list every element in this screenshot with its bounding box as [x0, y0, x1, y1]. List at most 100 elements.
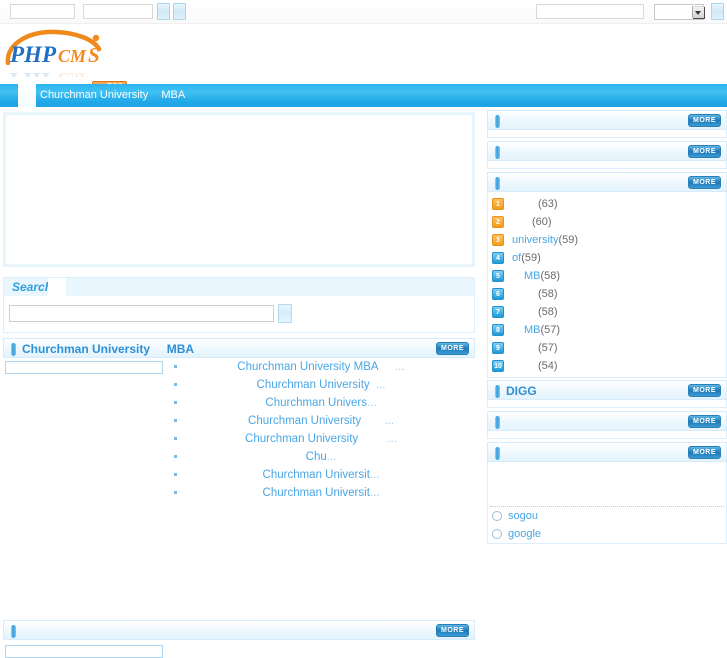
section-marker-icon	[495, 416, 500, 429]
ellipsis: ...	[326, 451, 337, 463]
ranking-header: MORE	[487, 172, 727, 192]
churchman-link[interactable]: Churchman Universit	[263, 487, 370, 499]
topbar-search-input[interactable]	[536, 4, 644, 19]
search-input[interactable]	[9, 305, 274, 322]
topbar-button-2[interactable]	[173, 3, 186, 20]
radio-icon[interactable]	[492, 529, 502, 539]
churchman-section-header: Churchman University MBA MORE	[3, 338, 475, 358]
keyword-link[interactable]: MB	[524, 324, 541, 336]
keyword-link[interactable]: university	[512, 234, 558, 246]
sidebar-panel-4-more-button[interactable]: MORE	[688, 446, 721, 459]
list-item: 8 MB(57)	[488, 321, 726, 339]
svg-text:CM: CM	[58, 46, 87, 66]
engine-option-google[interactable]: google	[488, 525, 726, 543]
engine-panel-spacer	[488, 462, 726, 506]
keyword-count: (58)	[538, 288, 558, 300]
keyword-count: (54)	[538, 360, 558, 372]
rank-badge: 6	[492, 288, 504, 300]
topbar-go-button[interactable]	[711, 3, 724, 20]
section-marker-icon	[11, 343, 16, 356]
sidebar-panel-4-body: sogou google	[487, 462, 727, 544]
digg-more-button[interactable]: MORE	[688, 384, 721, 397]
keyword-ranking-list: 1 (63) 2 (60) 3 university(59) 4 of(59)	[488, 192, 726, 377]
topbar-input-2[interactable]	[83, 4, 153, 19]
svg-text:CM: CM	[58, 69, 87, 77]
bottom-section: MORE	[3, 620, 475, 658]
sidebar-panel-2-more-button[interactable]: MORE	[688, 145, 721, 158]
rank-badge: 10	[492, 360, 504, 372]
ellipsis: ...	[387, 433, 397, 445]
nav-item-mba[interactable]: MBA	[161, 89, 185, 101]
churchman-link[interactable]: Churchman Universit	[263, 469, 370, 481]
sidebar-panel-2: MORE	[487, 141, 727, 169]
brand-header: PHP CM S PHP CM ◐ RSS	[0, 25, 727, 93]
rank-badge: 1	[492, 198, 504, 210]
sidebar-panel-3-header: MORE	[487, 411, 727, 431]
bottom-more-button[interactable]: MORE	[436, 624, 469, 637]
list-item: 2 (60)	[488, 213, 726, 231]
churchman-link[interactable]: Churchman Univers	[265, 397, 367, 409]
list-item: 5 MB(58)	[488, 267, 726, 285]
main-navigation: Churchman University MBA	[0, 84, 727, 107]
sidebar-panel-3-more-button[interactable]: MORE	[688, 415, 721, 428]
digg-body	[487, 400, 727, 408]
keyword-count: (58)	[540, 270, 561, 282]
search-submit-button[interactable]	[278, 304, 292, 323]
digg-title: DIGG	[506, 384, 537, 398]
topbar-button-1[interactable]	[157, 3, 170, 20]
keyword-link[interactable]: of	[512, 252, 521, 264]
ellipsis: ...	[395, 361, 405, 373]
list-item: 3 university(59)	[488, 231, 726, 249]
ellipsis: ...	[375, 379, 386, 391]
section-marker-icon	[495, 177, 500, 190]
ranking-more-button[interactable]: MORE	[688, 176, 721, 189]
list-item: Churchman University ...	[171, 376, 471, 394]
nav-home-tab[interactable]	[18, 84, 36, 107]
churchman-link[interactable]: Churchman University	[257, 379, 370, 391]
churchman-link-list: Churchman University MBA ... Churchman U…	[171, 358, 471, 502]
keyword-count: (63)	[538, 198, 558, 210]
churchman-link[interactable]: Churchman University MBA	[237, 361, 378, 373]
list-item: 1 (63)	[488, 195, 726, 213]
topbar-input-1[interactable]	[10, 4, 75, 19]
tab-search-secondary[interactable]	[48, 278, 66, 296]
bottom-section-header: MORE	[3, 620, 475, 640]
sidebar-panel-2-body	[487, 161, 727, 169]
search-panel: Search	[3, 277, 475, 333]
sidebar-ranking-panel: MORE 1 (63) 2 (60) 3 university(59) 4 of…	[487, 172, 727, 378]
bullet-icon	[174, 491, 177, 494]
bullet-icon	[174, 401, 177, 404]
engine-option-sogou[interactable]: sogou	[488, 507, 726, 525]
ellipsis: ...	[367, 397, 377, 409]
keyword-count: (59)	[521, 252, 541, 264]
rank-badge: 2	[492, 216, 504, 228]
bullet-icon	[174, 365, 177, 368]
ellipsis: ...	[369, 469, 380, 481]
churchman-link[interactable]: Chu	[306, 451, 327, 463]
list-item: Churchman Univers...	[171, 394, 471, 412]
rank-badge: 7	[492, 306, 504, 318]
section-marker-icon	[495, 385, 500, 398]
page-root: PHP CM S PHP CM ◐ RSS Churchman Universi…	[0, 0, 727, 658]
bullet-icon	[174, 437, 177, 440]
keyword-count: (60)	[532, 216, 552, 228]
churchman-title-part1: Churchman University	[22, 342, 151, 356]
phpcms-logo[interactable]: PHP CM S PHP CM	[4, 29, 129, 77]
churchman-link[interactable]: Churchman University	[248, 415, 361, 427]
top-toolbar	[0, 0, 727, 24]
bottom-input[interactable]	[5, 645, 163, 658]
list-item: 9 (57)	[488, 339, 726, 357]
radio-icon[interactable]	[492, 511, 502, 521]
churchman-more-button[interactable]: MORE	[436, 342, 469, 355]
sidebar-panel-3-body	[487, 431, 727, 439]
churchman-side-input[interactable]	[5, 361, 163, 374]
keyword-count: (57)	[540, 324, 561, 336]
sidebar-panel-1-more-button[interactable]: MORE	[688, 114, 721, 127]
list-item: Churchman Universit...	[171, 484, 471, 502]
nav-item-churchman-university[interactable]: Churchman University	[40, 89, 148, 101]
churchman-link[interactable]: Churchman University	[245, 433, 358, 445]
keyword-link[interactable]: MB	[524, 270, 541, 282]
engine-label-sogou: sogou	[508, 510, 538, 522]
banner-placeholder	[3, 112, 475, 267]
rank-badge: 5	[492, 270, 504, 282]
